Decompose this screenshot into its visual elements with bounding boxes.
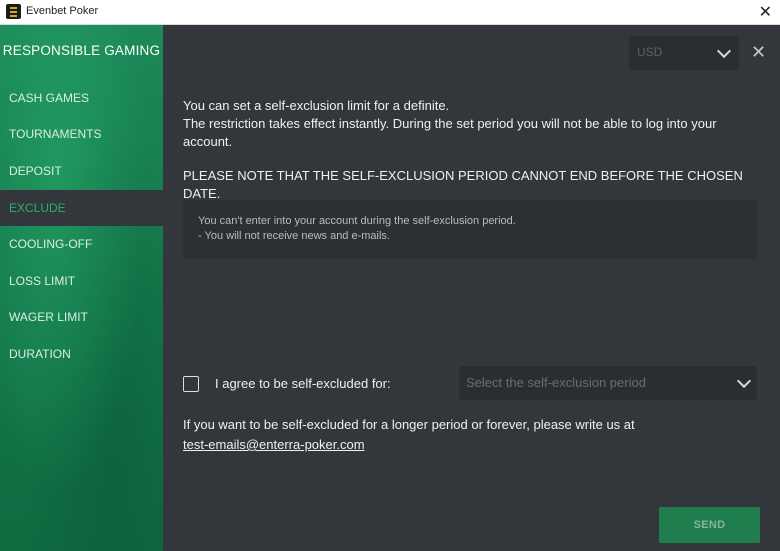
sidebar-item-loss-limit[interactable]: LOSS LIMIT (0, 263, 163, 299)
longer-period-text: If you want to be self-excluded for a lo… (183, 417, 635, 432)
main-panel: USD ✕ You can set a self-exclusion limit… (163, 25, 780, 551)
intro-line: You can set a self-exclusion limit for a… (183, 98, 450, 113)
window-close-icon[interactable]: ✕ (759, 2, 772, 22)
sidebar-item-duration[interactable]: DURATION (0, 336, 163, 372)
info-box: You can't enter into your account during… (183, 200, 757, 259)
sidebar-heading: RESPONSIBLE GAMING (2, 43, 161, 58)
warning-note: PLEASE NOTE THAT THE SELF-EXCLUSION PERI… (183, 168, 743, 201)
support-email-link[interactable]: test-emails@enterra-poker.com (183, 437, 365, 452)
info-line: You can't enter into your account during… (198, 215, 516, 227)
close-icon[interactable]: ✕ (751, 42, 766, 62)
agree-checkbox[interactable] (183, 376, 199, 392)
sidebar-item-cash-games[interactable]: CASH GAMES (0, 80, 163, 116)
exclusion-period-select[interactable]: Select the self-exclusion period (459, 366, 757, 400)
sidebar-item-cooling-off[interactable]: COOLING-OFF (0, 226, 163, 262)
currency-value: USD (637, 45, 663, 59)
currency-select[interactable]: USD (629, 36, 739, 70)
sidebar-item-deposit[interactable]: DEPOSIT (0, 153, 163, 189)
send-button[interactable]: SEND (659, 507, 760, 543)
chevron-down-icon (716, 43, 732, 59)
window-title: Evenbet Poker (26, 5, 99, 17)
sidebar-item-exclude[interactable]: EXCLUDE (0, 190, 163, 226)
sidebar-item-tournaments[interactable]: TOURNAMENTS (0, 116, 163, 152)
app-logo-icon (6, 4, 21, 19)
info-line: - You will not receive news and e-mails. (198, 230, 390, 242)
intro-text: You can set a self-exclusion limit for a… (183, 97, 763, 151)
period-placeholder: Select the self-exclusion period (466, 375, 646, 390)
sidebar: RESPONSIBLE GAMING CASH GAMES TOURNAMENT… (0, 25, 163, 551)
agree-label: I agree to be self-excluded for: (215, 376, 391, 391)
sidebar-item-wager-limit[interactable]: WAGER LIMIT (0, 299, 163, 335)
chevron-down-icon (736, 373, 752, 389)
title-bar: Evenbet Poker ✕ (0, 0, 780, 25)
intro-line: The restriction takes effect instantly. … (183, 116, 717, 149)
